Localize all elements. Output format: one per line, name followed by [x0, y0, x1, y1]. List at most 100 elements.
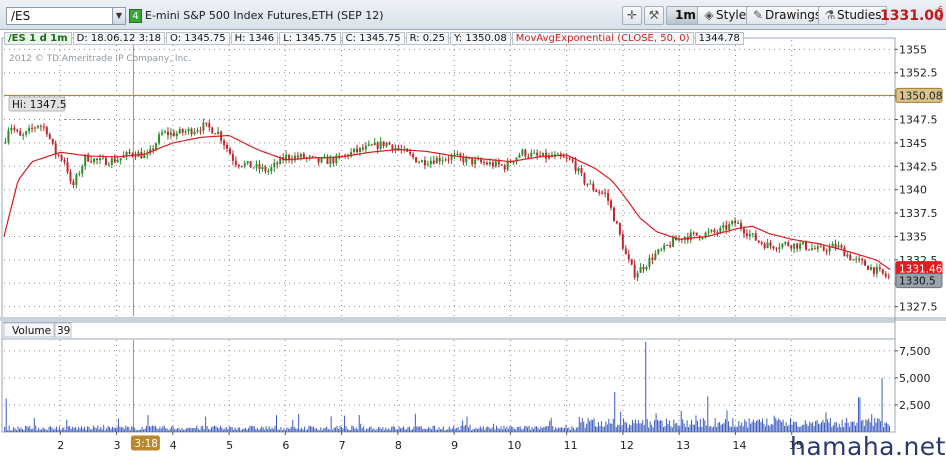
price-bar-body [831, 244, 834, 247]
price-bar-body [187, 128, 190, 132]
price-bar-body [666, 244, 669, 246]
price-bar-body [4, 142, 7, 144]
instrument-description: E-mini S&P 500 Index Futures,ETH (SEP 12… [145, 9, 384, 22]
price-bar-body [223, 140, 226, 145]
price-bar-body [240, 165, 243, 167]
price-bar-body [178, 128, 181, 134]
price-bar-body [10, 127, 13, 131]
price-bar-body [518, 154, 521, 158]
price-bar-body [592, 183, 595, 191]
price-bar-body [231, 154, 234, 161]
price-bar-body [90, 161, 93, 163]
price-bar-body [270, 167, 273, 172]
price-bar-body [816, 246, 819, 249]
price-bar-body [273, 162, 276, 168]
volume-value: 39 [57, 325, 70, 337]
price-bar-body [757, 240, 760, 243]
price-bar-body [299, 153, 302, 158]
price-bar-body [72, 181, 75, 186]
price-bar-body [329, 157, 332, 164]
studies-button[interactable]: ⚗ Studies [818, 6, 887, 25]
price-bar-body [152, 148, 155, 150]
price-bar-body [804, 242, 807, 250]
price-bar-body [624, 248, 627, 255]
crosshair-tool-button[interactable]: ✛ [622, 6, 642, 25]
link-group-badge[interactable]: 4 [129, 9, 142, 23]
chart-area[interactable]: 1327.513301332.513351337.513401342.51345… [0, 30, 946, 458]
price-bar-body [81, 166, 84, 174]
price-bar-body [869, 267, 872, 270]
price-bar-body [255, 164, 258, 168]
time-axis-label: 3 [114, 439, 121, 452]
price-bar-body [618, 223, 621, 235]
price-bar-body [423, 160, 426, 166]
price-bar-body [465, 157, 468, 163]
price-bar-body [524, 149, 527, 157]
price-bar-body [119, 158, 122, 161]
price-bar-body [367, 144, 370, 146]
price-bar-body [477, 159, 480, 161]
time-axis-label: 8 [395, 439, 402, 452]
price-bar-body [713, 229, 716, 233]
time-axis-label: 9 [451, 439, 458, 452]
price-bar-body [258, 164, 261, 170]
price-bar-body [252, 167, 255, 169]
price-bar-body [769, 242, 772, 247]
style-button[interactable]: ◈ Style [697, 6, 752, 25]
price-bar-body [872, 267, 875, 274]
price-bar-body [358, 147, 361, 152]
volume-axis-label: 5,000 [899, 372, 931, 385]
price-bar-body [69, 171, 72, 182]
price-bar-body [654, 253, 657, 260]
price-bar-body [807, 249, 810, 251]
info-close: C: 1345.75 [341, 32, 405, 45]
price-bar-body [382, 141, 385, 147]
info-cursor-y: Y: 1350.08 [450, 32, 511, 45]
price-bar-body [630, 259, 633, 265]
time-axis-label: 5 [226, 439, 233, 452]
price-bar-body [267, 171, 270, 173]
chart-background [0, 30, 946, 458]
price-bar-body [31, 127, 34, 129]
settings-tool-button[interactable]: ⚒ [644, 6, 664, 25]
price-volume-chart[interactable]: 1327.513301332.513351337.513401342.51345… [0, 30, 946, 458]
price-bar-body [462, 156, 465, 163]
price-bar-body [580, 168, 583, 174]
price-bar-body [93, 158, 96, 163]
price-bar-body [663, 244, 666, 250]
price-bar-body [503, 165, 506, 170]
time-axis-label: 4 [170, 439, 177, 452]
price-bar-body [78, 173, 81, 175]
price-bar-body [84, 154, 87, 167]
price-bar-body [837, 245, 840, 248]
price-bar-body [778, 247, 781, 249]
time-axis-label: 13 [676, 439, 690, 452]
price-bar-body [34, 127, 37, 129]
price-bar-body [802, 242, 805, 244]
symbol-dropdown-arrow-icon[interactable]: ▼ [112, 8, 125, 24]
pencil-icon: ✎ [752, 8, 764, 22]
drawings-button[interactable]: ✎ Drawings [746, 6, 827, 25]
price-bar-body [99, 158, 102, 160]
price-bar-body [75, 174, 78, 186]
info-study-name[interactable]: MovAvgExponential (CLOSE, 50, 0) [511, 32, 694, 45]
panel-splitter[interactable] [0, 317, 946, 321]
price-bar-body [728, 224, 731, 230]
studies-icon: ⚗ [824, 8, 836, 22]
price-bar-body [385, 142, 388, 147]
price-bar-body [288, 154, 291, 160]
price-bar-body [754, 233, 757, 241]
price-axis-label: 1335 [899, 230, 927, 243]
chart-info-bar: /ES 1 d 1m D: 18.06.12 3:18 O: 1345.75 H… [4, 32, 745, 45]
price-bar-body [793, 243, 796, 249]
price-bar-body [485, 162, 488, 165]
price-bar-body [110, 158, 113, 165]
symbol-input[interactable]: /ES ▼ [6, 7, 126, 25]
price-bar-body [308, 156, 311, 158]
price-bar-body [781, 243, 784, 248]
price-bar-body [450, 155, 453, 160]
price-bar-body [471, 158, 474, 165]
time-axis-label: 7 [339, 439, 346, 452]
price-bar-body [846, 254, 849, 257]
price-bar-body [376, 142, 379, 149]
